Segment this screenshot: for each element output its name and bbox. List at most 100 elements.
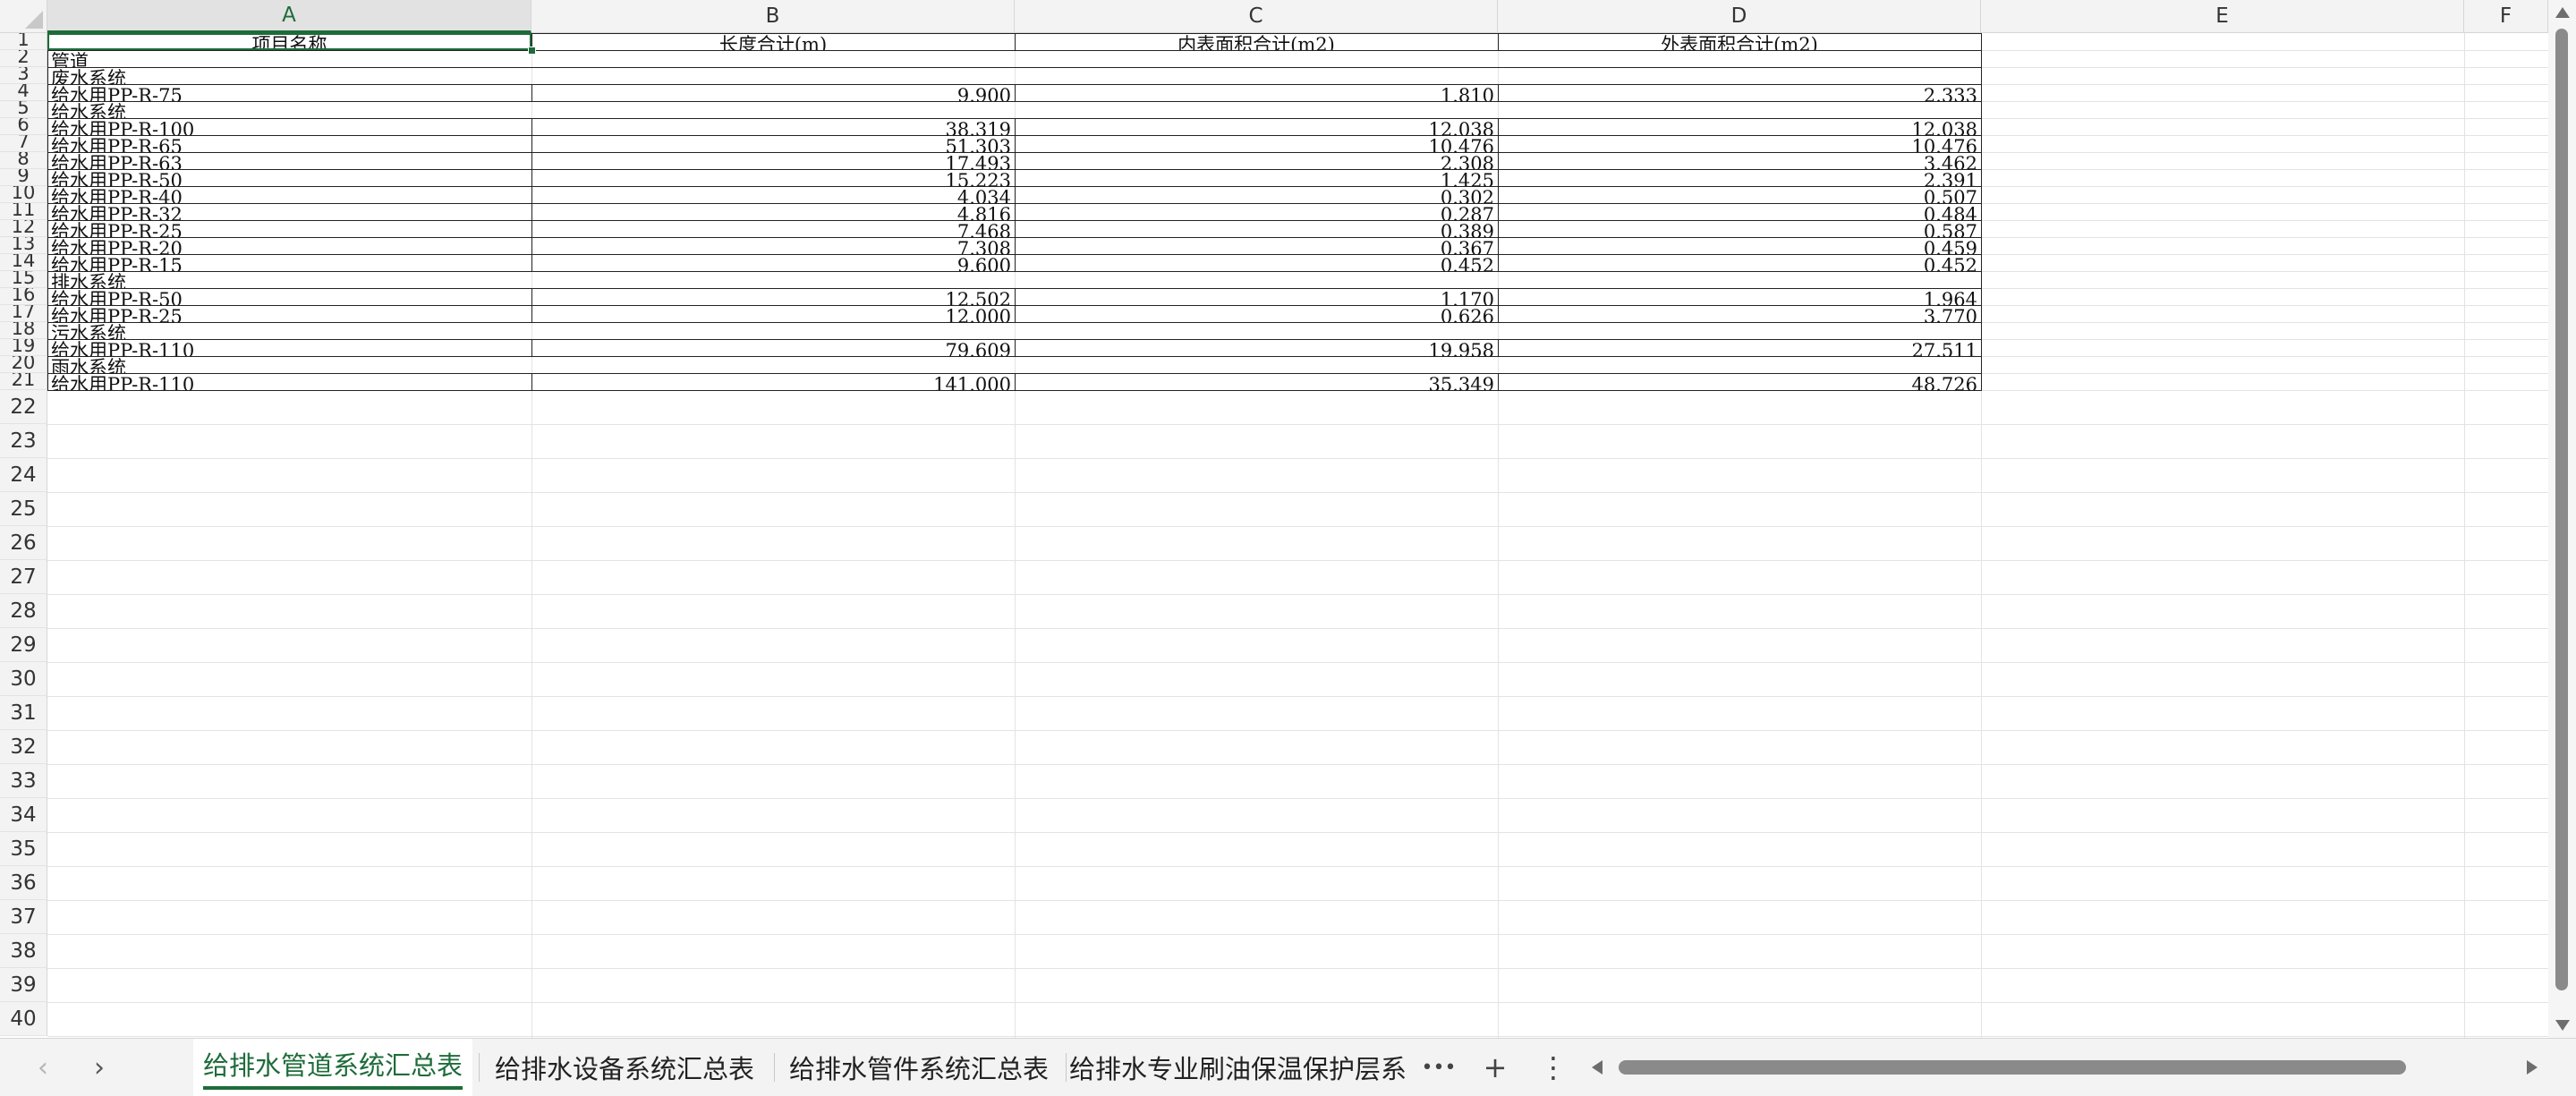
horizontal-scrollbar[interactable] bbox=[1588, 1051, 2541, 1083]
table-cell[interactable]: 141.000 bbox=[535, 374, 1011, 390]
table-cell[interactable]: 给水用PP-R-50 bbox=[51, 170, 528, 186]
row-header-5[interactable]: 5 bbox=[0, 101, 47, 118]
table-cell[interactable]: 给水用PP-R-15 bbox=[51, 255, 528, 271]
row-header-19[interactable]: 19 bbox=[0, 339, 47, 356]
column-header-c[interactable]: C bbox=[1015, 0, 1498, 33]
row-header-37[interactable]: 37 bbox=[0, 900, 47, 934]
table-cell[interactable]: 0.587 bbox=[1501, 221, 1977, 237]
row-header-35[interactable]: 35 bbox=[0, 832, 47, 866]
row-header-31[interactable]: 31 bbox=[0, 696, 47, 730]
table-cell[interactable]: 给水用PP-R-25 bbox=[51, 306, 528, 322]
table-cell[interactable]: 12.502 bbox=[535, 289, 1011, 305]
table-cell[interactable]: 给水用PP-R-100 bbox=[51, 119, 528, 135]
table-cell[interactable]: 79.609 bbox=[535, 340, 1011, 356]
table-cell[interactable]: 0.452 bbox=[1501, 255, 1977, 271]
table-cell[interactable]: 0.626 bbox=[1018, 306, 1494, 322]
table-cell[interactable]: 0.459 bbox=[1501, 238, 1977, 254]
table-cell[interactable]: 17.493 bbox=[535, 153, 1011, 169]
table-cell[interactable]: 1.425 bbox=[1018, 170, 1494, 186]
table-cell[interactable]: 0.367 bbox=[1018, 238, 1494, 254]
table-cell[interactable]: 12.038 bbox=[1018, 119, 1494, 135]
row-header-12[interactable]: 12 bbox=[0, 220, 47, 237]
table-cell[interactable]: 19.958 bbox=[1018, 340, 1494, 356]
row-header-8[interactable]: 8 bbox=[0, 152, 47, 169]
row-header-4[interactable]: 4 bbox=[0, 84, 47, 101]
table-cell[interactable]: 51.303 bbox=[535, 136, 1011, 152]
row-header-2[interactable]: 2 bbox=[0, 50, 47, 67]
table-cell[interactable]: 1.964 bbox=[1501, 289, 1977, 305]
table-cell[interactable]: 给水用PP-R-110 bbox=[51, 340, 528, 356]
table-cell[interactable]: 1.810 bbox=[1018, 85, 1494, 101]
table-cell[interactable]: 给水用PP-R-20 bbox=[51, 238, 528, 254]
column-header-f[interactable]: F bbox=[2464, 0, 2548, 33]
table-cell[interactable]: 排水系统 bbox=[51, 272, 528, 288]
scroll-up-arrow-icon[interactable] bbox=[2555, 7, 2570, 18]
row-header-3[interactable]: 3 bbox=[0, 67, 47, 84]
table-cell[interactable]: 35.349 bbox=[1018, 374, 1494, 390]
row-header-25[interactable]: 25 bbox=[0, 492, 47, 526]
row-header-18[interactable]: 18 bbox=[0, 322, 47, 339]
scroll-left-arrow-icon[interactable] bbox=[1592, 1060, 1603, 1075]
table-cell[interactable]: 给水用PP-R-32 bbox=[51, 204, 528, 220]
table-cell[interactable]: 给水系统 bbox=[51, 102, 528, 118]
table-cell[interactable]: 给水用PP-R-75 bbox=[51, 85, 528, 101]
table-cell[interactable]: 2.333 bbox=[1501, 85, 1977, 101]
table-cell[interactable]: 给水用PP-R-110 bbox=[51, 374, 528, 390]
table-cell[interactable]: 10.476 bbox=[1018, 136, 1494, 152]
row-header-14[interactable]: 14 bbox=[0, 254, 47, 271]
row-header-6[interactable]: 6 bbox=[0, 118, 47, 135]
more-tabs-icon[interactable]: ••• bbox=[1421, 1049, 1457, 1085]
row-header-24[interactable]: 24 bbox=[0, 458, 47, 492]
row-header-27[interactable]: 27 bbox=[0, 560, 47, 594]
table-header-cell[interactable]: 内表面积合计(m2) bbox=[1018, 34, 1494, 50]
sheet-menu-icon[interactable]: ⋮ bbox=[1535, 1049, 1571, 1085]
table-cell[interactable]: 48.726 bbox=[1501, 374, 1977, 390]
table-header-cell[interactable]: 长度合计(m) bbox=[535, 34, 1011, 50]
row-header-22[interactable]: 22 bbox=[0, 390, 47, 424]
sheet-tab[interactable]: 给排水管道系统汇总表 bbox=[193, 1039, 472, 1096]
table-cell[interactable]: 7.308 bbox=[535, 238, 1011, 254]
table-cell[interactable]: 38.319 bbox=[535, 119, 1011, 135]
row-header-10[interactable]: 10 bbox=[0, 186, 47, 203]
table-cell[interactable]: 2.308 bbox=[1018, 153, 1494, 169]
fill-handle[interactable] bbox=[528, 47, 536, 55]
sheet-tab[interactable]: 给排水设备系统汇总表 bbox=[482, 1039, 767, 1096]
row-header-38[interactable]: 38 bbox=[0, 934, 47, 968]
table-cell[interactable]: 给水用PP-R-50 bbox=[51, 289, 528, 305]
table-cell[interactable]: 给水用PP-R-63 bbox=[51, 153, 528, 169]
scroll-right-arrow-icon[interactable] bbox=[2527, 1060, 2538, 1075]
vertical-scrollbar[interactable] bbox=[2548, 0, 2576, 1038]
row-header-9[interactable]: 9 bbox=[0, 169, 47, 186]
row-header-26[interactable]: 26 bbox=[0, 526, 47, 560]
table-cell[interactable]: 15.223 bbox=[535, 170, 1011, 186]
row-header-30[interactable]: 30 bbox=[0, 662, 47, 696]
table-cell[interactable]: 0.452 bbox=[1018, 255, 1494, 271]
row-header-21[interactable]: 21 bbox=[0, 373, 47, 390]
add-sheet-icon[interactable]: + bbox=[1477, 1049, 1513, 1085]
row-header-28[interactable]: 28 bbox=[0, 594, 47, 628]
sheet-tab[interactable]: 给排水管件系统汇总表 bbox=[778, 1039, 1060, 1096]
table-cell[interactable]: 9.600 bbox=[535, 255, 1011, 271]
vertical-scroll-thumb[interactable] bbox=[2555, 29, 2568, 990]
row-header-32[interactable]: 32 bbox=[0, 730, 47, 764]
row-header-23[interactable]: 23 bbox=[0, 424, 47, 458]
row-header-34[interactable]: 34 bbox=[0, 798, 47, 832]
column-header-b[interactable]: B bbox=[531, 0, 1015, 33]
table-cell[interactable]: 1.170 bbox=[1018, 289, 1494, 305]
sheet-tab[interactable]: 给排水专业刷油保温保护层系 bbox=[1069, 1039, 1414, 1096]
table-cell[interactable]: 9.900 bbox=[535, 85, 1011, 101]
prev-sheet-icon[interactable]: ‹ bbox=[27, 1051, 59, 1083]
table-cell[interactable]: 给水用PP-R-65 bbox=[51, 136, 528, 152]
row-header-36[interactable]: 36 bbox=[0, 866, 47, 900]
table-cell[interactable]: 3.462 bbox=[1501, 153, 1977, 169]
table-cell[interactable]: 管道 bbox=[51, 51, 528, 67]
row-header-40[interactable]: 40 bbox=[0, 1002, 47, 1036]
row-header-16[interactable]: 16 bbox=[0, 288, 47, 305]
table-cell[interactable]: 0.389 bbox=[1018, 221, 1494, 237]
table-cell[interactable]: 0.287 bbox=[1018, 204, 1494, 220]
table-cell[interactable]: 给水用PP-R-40 bbox=[51, 187, 528, 203]
row-header-33[interactable]: 33 bbox=[0, 764, 47, 798]
table-cell[interactable]: 0.507 bbox=[1501, 187, 1977, 203]
row-header-39[interactable]: 39 bbox=[0, 968, 47, 1002]
row-header-15[interactable]: 15 bbox=[0, 271, 47, 288]
